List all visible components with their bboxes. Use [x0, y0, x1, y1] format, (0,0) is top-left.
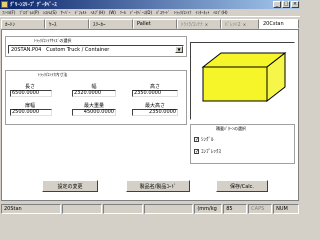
- tab-bar: ｶｰﾄﾝ ｹｰｽ ｽﾘｰｶｰ Pallet ﾄﾗｯｸ/ｺﾝﾃﾅ × ﾊﾟﾚｯﾄ2 ×…: [1, 19, 299, 29]
- tab-20cstan[interactable]: 20Cstan: [259, 19, 299, 29]
- menu-item[interactable]: ﾍﾙﾌﾟ(H): [211, 10, 229, 16]
- tab-pallet[interactable]: Pallet: [133, 19, 177, 29]
- height-label: 高さ: [149, 84, 160, 90]
- menu-item[interactable]: ﾌﾟﾛｸﾞﾗﾑ(P): [17, 10, 41, 16]
- door-width-field[interactable]: 2500.0000: [10, 109, 52, 116]
- menu-item[interactable]: ﾌｧｲﾙ(F): [0, 10, 17, 16]
- dimensions-group-title: ﾄﾗｯｸ/ｺﾝﾃﾅ内寸法: [38, 72, 68, 77]
- menu-item[interactable]: ｻｰﾊﾞｰ: [59, 10, 73, 16]
- menu-bar: ﾌｧｲﾙ(F) ﾌﾟﾛｸﾞﾗﾑ(P) ｼｽﾃﾑ(S) ｻｰﾊﾞｰ ﾃﾞﾌｫﾙﾄ …: [0, 9, 300, 17]
- status-cell: [143, 204, 194, 214]
- menu-item[interactable]: ﾍﾙﾌﾟ(H): [89, 10, 107, 16]
- menu-item[interactable]: ﾂｰﾙ: [118, 10, 128, 16]
- tab-truck-container[interactable]: ﾄﾗｯｸ/ｺﾝﾃﾅ ×: [177, 19, 221, 29]
- product-code-button[interactable]: 製品名/製品ｺｰﾄﾞ: [126, 180, 190, 192]
- title-bar: ｸﾞﾘｰﾝｽﾘｰﾌﾟ ﾃﾞｰﾀﾍﾞｰｽ _ □ ×: [0, 0, 300, 9]
- window-controls: _ □ ×: [273, 1, 299, 8]
- status-cell: [102, 204, 143, 214]
- save-calc-button[interactable]: 保存/Calc.: [216, 180, 268, 192]
- status-bar: 20Stan (mm/kg 85 CAPS NUM: [0, 203, 300, 215]
- tab-sleeve[interactable]: ｽﾘｰｶｰ: [89, 19, 133, 29]
- menu-item[interactable]: ﾄﾗｯｸ/ｺﾝﾃﾅ: [172, 10, 193, 16]
- window-title: ｸﾞﾘｰﾝｽﾘｰﾌﾟ ﾃﾞｰﾀﾍﾞｰｽ: [10, 2, 57, 8]
- container-select-value: 20STAN.P04 Custom Truck / Container: [11, 46, 110, 53]
- menu-item[interactable]: ｲﾝﾀｰﾈｯﾄ: [193, 10, 211, 16]
- maximize-button[interactable]: □: [282, 1, 290, 8]
- max-weight-field[interactable]: 45000.0000: [72, 109, 116, 116]
- menu-item[interactable]: ｼｽﾃﾑ(S): [41, 10, 59, 16]
- complex-checkbox[interactable]: ✓: [194, 149, 199, 155]
- menu-item[interactable]: ﾊﾟｽﾜｰﾄﾞ: [154, 10, 172, 16]
- length-label: 長さ: [24, 84, 35, 90]
- box-front-face: [202, 66, 268, 102]
- tab-pallet2[interactable]: ﾊﾟﾚｯﾄ2 ×: [221, 19, 259, 29]
- main-panel: ﾄﾗｯｸ/ｺﾝﾃﾅｻｲｽﾞの選択 20STAN.P04 Custom Truck…: [1, 29, 299, 201]
- container-preview: [190, 42, 295, 120]
- status-cell: [61, 204, 102, 214]
- status-units: (mm/kg: [194, 204, 223, 214]
- close-icon[interactable]: ×: [205, 22, 208, 27]
- tab-carton[interactable]: ｶｰﾄﾝ: [1, 19, 45, 29]
- settings-button[interactable]: 設定の変更: [42, 180, 98, 192]
- menu-item[interactable]: ﾃﾞｰﾀﾍﾞｰｽ(D): [128, 10, 154, 16]
- minimize-button[interactable]: _: [273, 1, 281, 8]
- tab-case[interactable]: ｹｰｽ: [45, 19, 89, 29]
- menu-item[interactable]: ﾃﾞﾌｫﾙﾄ: [73, 10, 89, 16]
- single-option[interactable]: ✓ ｼﾝｸﾞﾙ: [194, 136, 214, 143]
- door-width-label: 扉幅: [24, 103, 35, 109]
- max-weight-label: 最大重量: [83, 103, 104, 109]
- menu-item[interactable]: (W): [107, 10, 118, 15]
- single-label: ｼﾝｸﾞﾙ: [201, 137, 214, 143]
- container-box-drawing: [201, 51, 287, 103]
- complex-option[interactable]: ✓ ｺﾝﾌﾟﾚｯｸｽ: [194, 148, 221, 155]
- container-select[interactable]: 20STAN.P04 Custom Truck / Container ▼: [8, 45, 184, 54]
- chevron-down-icon[interactable]: ▼: [175, 46, 183, 53]
- length-field[interactable]: 6500.0000: [10, 90, 52, 97]
- status-number: 85: [223, 204, 248, 214]
- close-button[interactable]: ×: [291, 1, 299, 8]
- status-num: NUM: [273, 204, 299, 214]
- status-caps: CAPS: [248, 204, 273, 214]
- dimensions-group: [5, 70, 187, 125]
- height-field[interactable]: 2350.0000: [132, 90, 178, 97]
- max-height-field[interactable]: 2350.0000: [132, 109, 178, 116]
- width-label: 幅: [91, 84, 97, 90]
- complex-label: ｺﾝﾌﾟﾚｯｸｽ: [201, 149, 222, 155]
- selection-group-title: ﾄﾗｯｸ/ｺﾝﾃﾅｻｲｽﾞの選択: [34, 38, 72, 43]
- app-icon: [1, 1, 8, 8]
- pattern-group-title: 積載ﾊﾟﾀｰﾝの選択: [216, 126, 246, 131]
- close-icon[interactable]: ×: [243, 22, 246, 27]
- status-file: 20Stan: [1, 204, 61, 214]
- max-height-label: 最大高さ: [144, 103, 165, 109]
- width-field[interactable]: 2320.0000: [72, 90, 116, 97]
- single-checkbox[interactable]: ✓: [194, 137, 199, 143]
